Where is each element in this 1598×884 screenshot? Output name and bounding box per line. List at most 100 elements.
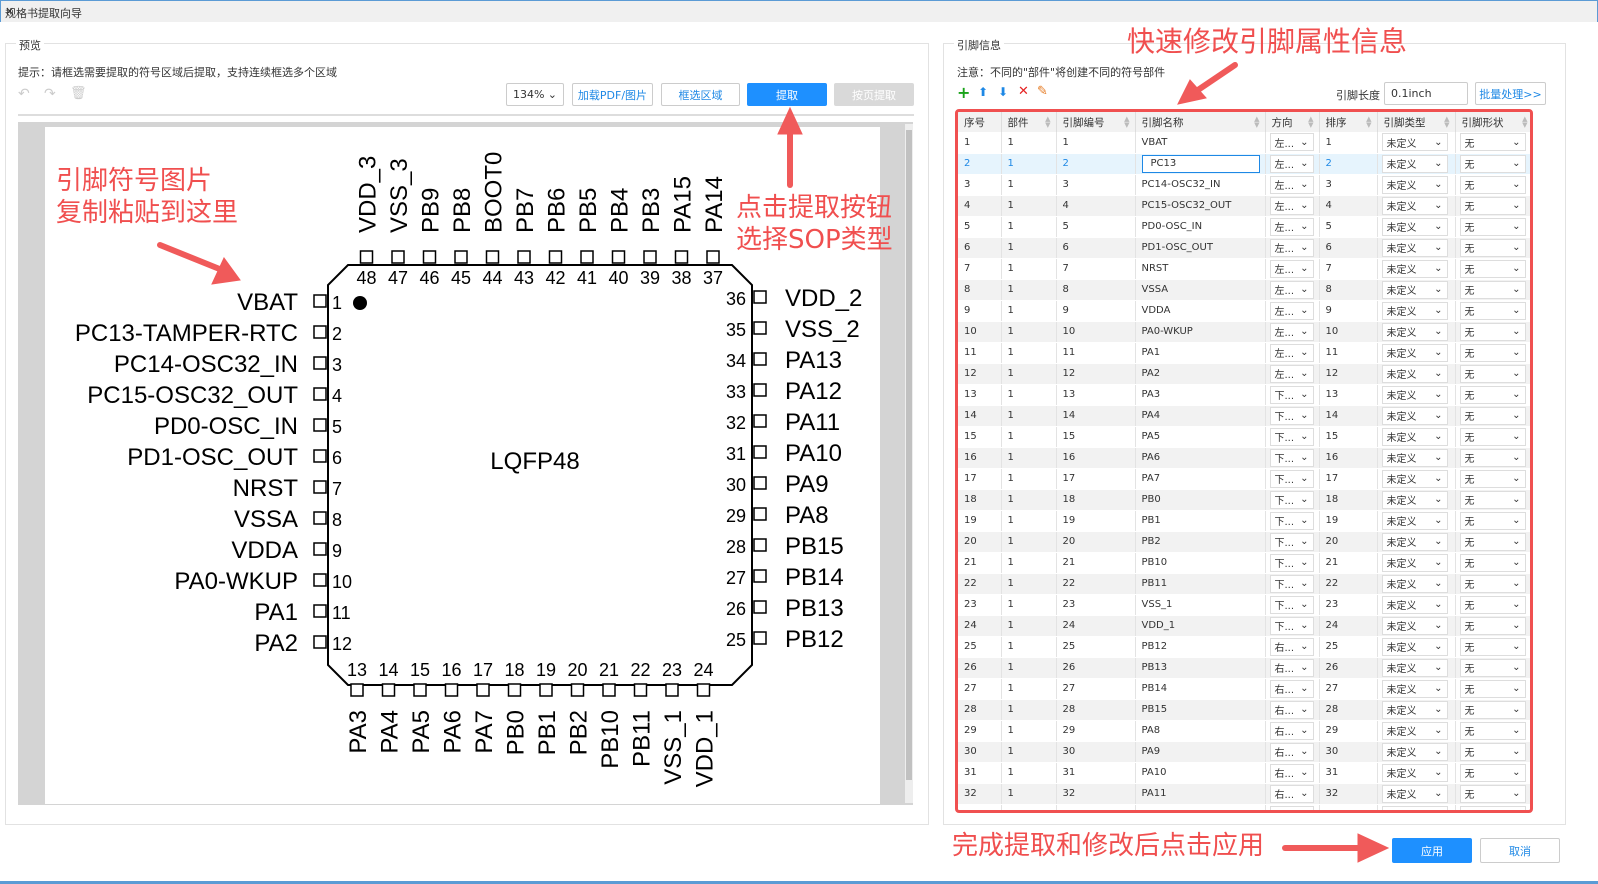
table-row[interactable]: 27 1 27 PB14 右... ⌄ 27 未定义 ⌄ 无 ⌄ <box>958 678 1530 700</box>
column-header[interactable]: 序号 <box>958 112 1002 132</box>
table-row[interactable]: 10 1 10 PA0-WKUP 左... ⌄ 10 未定义 ⌄ 无 ⌄ <box>958 321 1530 343</box>
table-row[interactable]: 26 1 26 PB13 右... ⌄ 26 未定义 ⌄ 无 ⌄ <box>958 657 1530 679</box>
cell-select[interactable]: 无⌄ <box>1459 448 1526 467</box>
cell-select[interactable]: 左... ⌄ <box>1269 364 1314 383</box>
brush-icon[interactable]: ✎ <box>1037 84 1048 99</box>
cell-select[interactable]: 未定义 ⌄ <box>1381 574 1448 593</box>
cell-select[interactable]: 右... ⌄ <box>1269 763 1314 782</box>
cell-select[interactable]: 无⌄ <box>1459 427 1526 446</box>
cell-select[interactable]: 未定义 ⌄ <box>1381 322 1448 341</box>
cell-select[interactable]: 无⌄ <box>1459 259 1526 278</box>
cell-select[interactable]: 下... ⌄ <box>1269 406 1314 425</box>
cell-select[interactable]: 无⌄ <box>1459 679 1526 698</box>
cell-select[interactable]: 未定义 ⌄ <box>1381 301 1448 320</box>
cell-select[interactable]: 未定义 ⌄ <box>1381 742 1448 761</box>
cell-select[interactable]: 下... ⌄ <box>1269 574 1314 593</box>
cell-select[interactable]: 无⌄ <box>1459 700 1526 719</box>
scrollbar[interactable] <box>905 124 913 803</box>
trash-icon[interactable]: 🗑 <box>70 86 87 101</box>
cell-select[interactable]: 未定义 ⌄ <box>1381 700 1448 719</box>
column-header[interactable]: 引脚名称 ▲ ▼ <box>1135 112 1266 132</box>
cell-select[interactable]: 未定义 ⌄ <box>1381 427 1448 446</box>
cell-select[interactable]: 未定义 ⌄ <box>1381 595 1448 614</box>
cell-select[interactable]: 左... ⌄ <box>1269 322 1314 341</box>
cell-select[interactable]: 右... ⌄ <box>1269 805 1314 810</box>
cell-select[interactable]: 未定义 ⌄ <box>1381 637 1448 656</box>
select-region-button[interactable]: 框选区域 <box>661 83 740 106</box>
cell-select[interactable]: 无⌄ <box>1459 322 1526 341</box>
cell-select[interactable]: 未定义 ⌄ <box>1381 469 1448 488</box>
table-row[interactable]: 14 1 14 PA4 下... ⌄ 14 未定义 ⌄ 无 ⌄ <box>958 405 1530 427</box>
add-icon[interactable]: + <box>957 83 970 102</box>
cell-select[interactable]: 左... ⌄ <box>1269 175 1314 194</box>
cell-select[interactable]: 无⌄ <box>1459 616 1526 635</box>
cell-select[interactable]: 下... ⌄ <box>1269 385 1314 404</box>
cell-select[interactable]: 未定义 ⌄ <box>1381 217 1448 236</box>
cell-select[interactable]: 未定义 ⌄ <box>1381 784 1448 803</box>
zoom-select[interactable]: 134% ⌄ <box>506 83 564 106</box>
cell-select[interactable]: 下... ⌄ <box>1269 427 1314 446</box>
table-row[interactable]: 23 1 23 VSS_1 下... ⌄ 23 未定义 ⌄ 无 ⌄ <box>958 594 1530 616</box>
table-row[interactable]: 19 1 19 PB1 下... ⌄ 19 未定义 ⌄ 无 ⌄ <box>958 510 1530 532</box>
table-row[interactable]: 25 1 25 PB12 右... ⌄ 25 未定义 ⌄ 无 ⌄ <box>958 636 1530 658</box>
cell-select[interactable]: 右... ⌄ <box>1269 658 1314 677</box>
cell-select[interactable]: 无⌄ <box>1459 385 1526 404</box>
apply-button[interactable]: 应用 <box>1392 838 1472 863</box>
cell-select[interactable]: 下... ⌄ <box>1269 553 1314 572</box>
cell-select[interactable]: 未定义 ⌄ <box>1381 721 1448 740</box>
cell-select[interactable]: 下... ⌄ <box>1269 448 1314 467</box>
cell-select[interactable]: 未定义 ⌄ <box>1381 364 1448 383</box>
cell-select[interactable]: 未定义 ⌄ <box>1381 511 1448 530</box>
cell-select[interactable]: 左... ⌄ <box>1269 238 1314 257</box>
sort-icon[interactable]: ▲ ▼ <box>1366 116 1371 129</box>
cell-select[interactable]: 左... ⌄ <box>1269 196 1314 215</box>
table-row[interactable]: 28 1 28 PB15 右... ⌄ 28 未定义 ⌄ 无 ⌄ <box>958 699 1530 721</box>
table-row[interactable]: 22 1 22 PB11 下... ⌄ 22 未定义 ⌄ 无 ⌄ <box>958 573 1530 595</box>
cell-select[interactable]: 无⌄ <box>1459 574 1526 593</box>
cell-select[interactable]: 右... ⌄ <box>1269 784 1314 803</box>
cancel-button[interactable]: 取消 <box>1480 838 1560 863</box>
move-down-icon[interactable]: ⬇ <box>998 85 1008 99</box>
cell-select[interactable]: 未定义 ⌄ <box>1381 238 1448 257</box>
table-row[interactable]: 9 1 9 VDDA 左... ⌄ 9 未定义 ⌄ 无 ⌄ <box>958 300 1530 322</box>
cell-select[interactable]: 无⌄ <box>1459 406 1526 425</box>
cell-select[interactable]: 右... ⌄ <box>1269 637 1314 656</box>
cell-select[interactable]: 无⌄ <box>1459 784 1526 803</box>
close-icon[interactable]: ✕ <box>5 5 1589 18</box>
cell-select[interactable]: 未定义 ⌄ <box>1381 553 1448 572</box>
cell-select[interactable]: 下... ⌄ <box>1269 616 1314 635</box>
cell-select[interactable]: 未定义 ⌄ <box>1381 175 1448 194</box>
cell-select[interactable]: 左... ⌄ <box>1269 343 1314 362</box>
cell-select[interactable]: 下... ⌄ <box>1269 469 1314 488</box>
table-row[interactable]: 16 1 16 PA6 下... ⌄ 16 未定义 ⌄ 无 ⌄ <box>958 447 1530 469</box>
cell-select[interactable]: 下... ⌄ <box>1269 532 1314 551</box>
cell-select[interactable]: 无⌄ <box>1459 532 1526 551</box>
cell-select[interactable]: 无⌄ <box>1459 280 1526 299</box>
cell-select[interactable]: 无⌄ <box>1459 490 1526 509</box>
sort-icon[interactable]: ▲ ▼ <box>1254 116 1259 129</box>
table-row[interactable]: 12 1 12 PA2 左... ⌄ 12 未定义 ⌄ 无 ⌄ <box>958 363 1530 385</box>
table-row[interactable]: 30 1 30 PA9 右... ⌄ 30 未定义 ⌄ 无 ⌄ <box>958 741 1530 763</box>
cell-select[interactable]: 无⌄ <box>1459 175 1526 194</box>
load-pdf-button[interactable]: 加载PDF/图片 <box>572 83 653 106</box>
cell-select[interactable]: 未定义 ⌄ <box>1381 490 1448 509</box>
table-row[interactable]: 24 1 24 VDD_1 下... ⌄ 24 未定义 ⌄ 无 ⌄ <box>958 615 1530 637</box>
table-row[interactable]: 7 1 7 NRST 左... ⌄ 7 未定义 ⌄ 无 ⌄ <box>958 258 1530 280</box>
column-header[interactable]: 部件 ▲ ▼ <box>1001 112 1057 132</box>
table-row[interactable]: 1 1 1 VBAT 左... ⌄ 1 未定义 ⌄ 无 ⌄ <box>958 132 1530 154</box>
cell-select[interactable]: 左... ⌄ <box>1269 133 1314 152</box>
cell-select[interactable]: 下... ⌄ <box>1269 490 1314 509</box>
redo-icon[interactable]: ↷ <box>44 86 56 102</box>
cell-select[interactable]: 无⌄ <box>1459 364 1526 383</box>
cell-select[interactable]: 未定义 ⌄ <box>1381 805 1448 810</box>
cell-select[interactable]: 无⌄ <box>1459 301 1526 320</box>
column-header[interactable]: 方向 ▲ ▼ <box>1265 112 1320 132</box>
cell-select[interactable]: 未定义 ⌄ <box>1381 133 1448 152</box>
table-row[interactable]: 2 1 2 PC13 左... ⌄ 2 未定义 ⌄ 无 ⌄ <box>958 153 1530 175</box>
cell-select[interactable]: 未定义 ⌄ <box>1381 406 1448 425</box>
table-row[interactable]: 20 1 20 PB2 下... ⌄ 20 未定义 ⌄ 无 ⌄ <box>958 531 1530 553</box>
table-row[interactable]: 6 1 6 PD1-OSC_OUT 左... ⌄ 6 未定义 ⌄ 无 ⌄ <box>958 237 1530 259</box>
cell-select[interactable]: 未定义 ⌄ <box>1381 280 1448 299</box>
cell-select[interactable]: 未定义 ⌄ <box>1381 448 1448 467</box>
pin-name-input[interactable]: PC13 <box>1141 154 1260 173</box>
